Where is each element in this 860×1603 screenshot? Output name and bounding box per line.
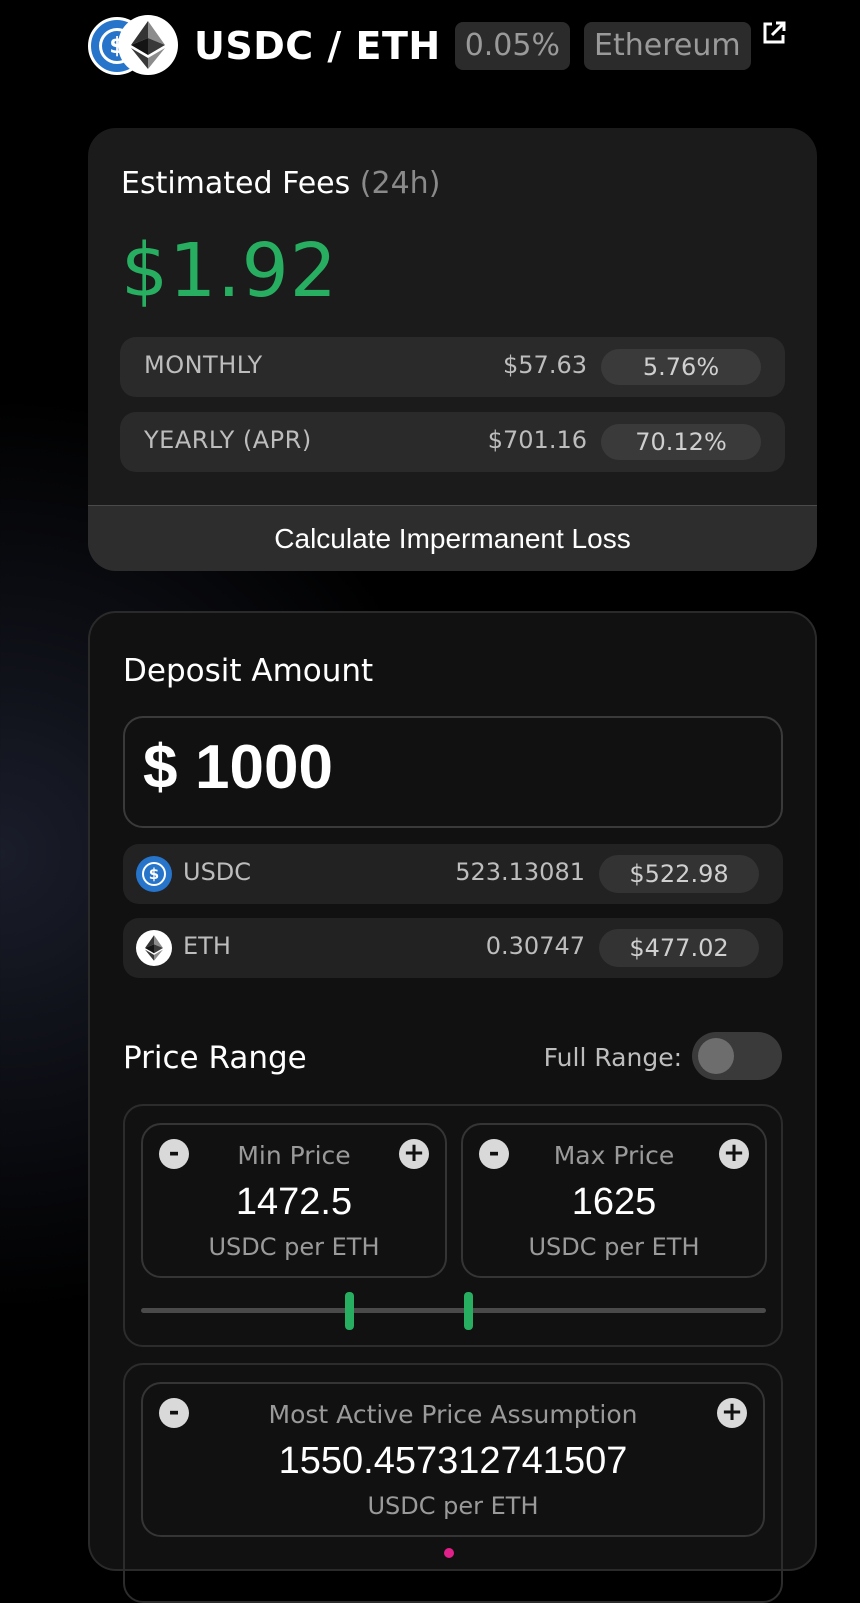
min-price-input[interactable]: 1472.5 xyxy=(143,1181,445,1224)
calculate-impermanent-loss-button[interactable]: Calculate Impermanent Loss xyxy=(88,505,817,571)
active-price-input[interactable]: 1550.457312741507 xyxy=(143,1440,763,1483)
active-price-marker xyxy=(444,1548,454,1558)
active-price-panel: - + Most Active Price Assumption 1550.45… xyxy=(123,1363,783,1603)
deposit-card: Deposit Amount $ 1000 $ USDC 523.13081 $… xyxy=(88,611,817,1603)
fees-value: $1.92 xyxy=(121,228,338,314)
price-range-title: Price Range xyxy=(123,1040,307,1076)
estimated-fees-card: Estimated Fees (24h) $1.92 MONTHLY $57.6… xyxy=(88,128,817,571)
pool-header: $ USDC / ETH 0.05% Ethereum xyxy=(88,14,787,78)
token-row-usdc: $ USDC 523.13081 $522.98 xyxy=(123,844,783,904)
active-price-box: - + Most Active Price Assumption 1550.45… xyxy=(141,1382,765,1537)
fees-title: Estimated Fees (24h) xyxy=(121,166,441,201)
eth-icon xyxy=(118,15,178,75)
full-range-label: Full Range: xyxy=(543,1043,682,1072)
percent-badge: 5.76% xyxy=(601,349,761,385)
deposit-amount-input[interactable]: $ 1000 xyxy=(123,716,783,828)
fee-tier-badge: 0.05% xyxy=(454,22,570,70)
toggle-knob xyxy=(698,1038,734,1074)
full-range-toggle[interactable] xyxy=(692,1032,782,1080)
price-range-slider-track[interactable] xyxy=(141,1308,766,1313)
price-range-panel: - + Min Price 1472.5 USDC per ETH - + Ma… xyxy=(123,1104,783,1347)
max-price-box: - + Max Price 1625 USDC per ETH xyxy=(461,1123,767,1278)
min-price-slider-handle[interactable] xyxy=(345,1292,354,1330)
usdc-icon: $ xyxy=(136,856,172,892)
fee-row-monthly: MONTHLY $57.63 5.76% xyxy=(120,337,785,397)
token-pair-icons: $ xyxy=(88,15,180,77)
eth-icon xyxy=(136,930,172,966)
network-badge: Ethereum xyxy=(584,22,751,70)
fee-row-yearly: YEARLY (APR) $701.16 70.12% xyxy=(120,412,785,472)
external-link-icon[interactable] xyxy=(761,20,787,50)
pair-name: USDC / ETH xyxy=(194,24,441,68)
token-row-eth: ETH 0.30747 $477.02 xyxy=(123,918,783,978)
max-price-input[interactable]: 1625 xyxy=(463,1181,765,1224)
min-price-box: - + Min Price 1472.5 USDC per ETH xyxy=(141,1123,447,1278)
percent-badge: 70.12% xyxy=(601,424,761,460)
max-price-slider-handle[interactable] xyxy=(464,1292,473,1330)
deposit-title: Deposit Amount xyxy=(123,653,374,689)
